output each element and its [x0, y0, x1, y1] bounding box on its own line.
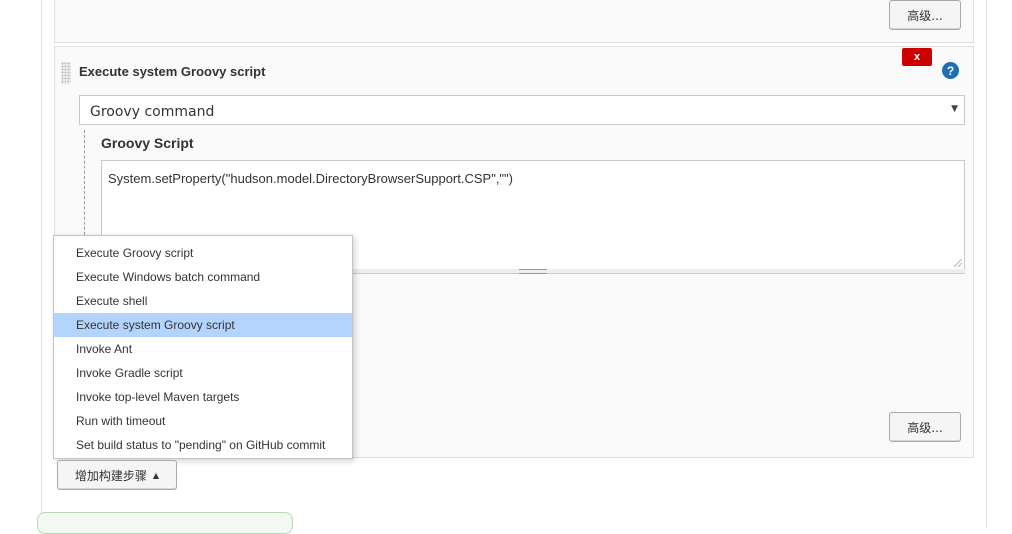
help-icon[interactable]: ?: [942, 62, 959, 79]
caret-up-icon: ▲: [152, 470, 160, 480]
menu-item-invoke-ant[interactable]: Invoke Ant: [54, 337, 352, 361]
select-value: Groovy command: [90, 104, 215, 120]
groovy-source-select[interactable]: Groovy command ▼: [79, 95, 965, 125]
menu-item-run-with-timeout[interactable]: Run with timeout: [54, 409, 352, 433]
menu-item-set-github-status[interactable]: Set build status to "pending" on GitHub …: [54, 433, 352, 457]
delete-step-button[interactable]: x: [902, 48, 932, 66]
add-build-step-button[interactable]: 增加构建步骤 ▲: [57, 460, 177, 490]
previous-build-step-panel: [54, 0, 974, 43]
script-text: System.setProperty("hudson.model.Directo…: [108, 171, 513, 186]
build-step-title: Execute system Groovy script: [79, 64, 266, 79]
menu-item-invoke-gradle-script[interactable]: Invoke Gradle script: [54, 361, 352, 385]
add-build-step-label: 增加构建步骤: [74, 468, 147, 483]
menu-item-execute-windows-batch[interactable]: Execute Windows batch command: [54, 265, 352, 289]
dropdown-arrow-icon: ▼: [951, 104, 958, 114]
menu-item-execute-shell[interactable]: Execute shell: [54, 289, 352, 313]
menu-item-invoke-maven-targets[interactable]: Invoke top-level Maven targets: [54, 385, 352, 409]
advanced-button[interactable]: 高级...: [889, 412, 961, 442]
advanced-button-top[interactable]: 高级...: [889, 0, 961, 30]
section-dashed-line: [84, 130, 85, 240]
menu-item-execute-system-groovy-script[interactable]: Execute system Groovy script: [54, 313, 352, 337]
groovy-script-label: Groovy Script: [101, 135, 194, 151]
resize-grip-icon[interactable]: [954, 259, 962, 267]
resize-knob-icon: [519, 269, 547, 274]
menu-item-execute-groovy-script[interactable]: Execute Groovy script: [54, 241, 352, 265]
post-build-section-edge: [37, 512, 293, 534]
add-build-step-menu: Execute Groovy script Execute Windows ba…: [53, 235, 353, 459]
drag-handle-icon[interactable]: [61, 62, 71, 84]
